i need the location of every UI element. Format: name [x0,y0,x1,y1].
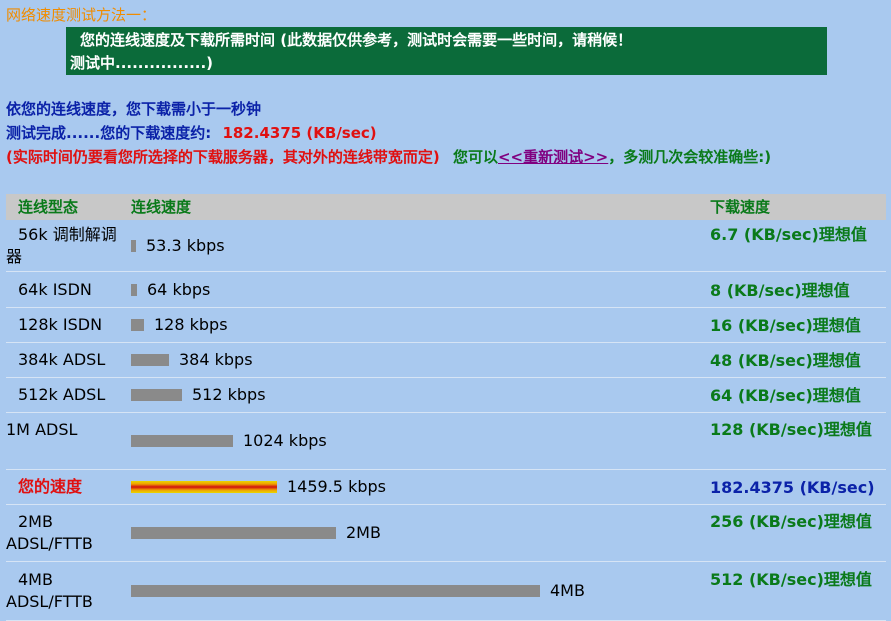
ideal-download-speed: 512 (KB/sec)理想值 [710,570,872,589]
test-complete-line: 测试完成......您的下载速度约: 182.4375 (KB/sec) [6,122,377,143]
connection-type: 4MB ADSL/FTTB [6,570,93,611]
download-speed-value: 182.4375 (KB/sec) [222,124,377,142]
test-notice-box: 您的连线速度及下载所需时间 (此数据仅供参考，测试时会需要一些时间，请稍候！ 测… [66,27,827,75]
speed-bar [131,389,182,401]
ideal-download-speed: 256 (KB/sec)理想值 [710,512,872,531]
header-connection-speed: 连线速度 [131,198,192,216]
connection-type: 128k ISDN [18,315,103,334]
speed-bar [131,354,169,366]
table-row: 1M ADSL 1024 kbps 128 (KB/sec)理想值 [6,413,886,470]
test-complete-label: 测试完成......您的下载速度约: [6,124,212,142]
ideal-download-speed: 6.7 (KB/sec)理想值 [710,225,867,244]
speed-bar [131,319,144,331]
page-title: 网络速度测试方法一： [6,6,157,24]
server-bandwidth-note: (实际时间仍要看您所选择的下载服务器，其对外的连线带宽而定) [6,148,440,166]
ideal-download-speed: 8 (KB/sec)理想值 [710,281,850,300]
connection-speed: 4MB [550,581,585,600]
connection-speed: 384 kbps [179,350,253,369]
speed-bar [131,240,136,252]
speed-bar [131,585,540,597]
connection-type: 1M ADSL [6,420,78,439]
download-time-message: 依您的连线速度，您下载需小于一秒钟 [6,100,262,118]
table-row: 128k ISDN 128 kbps 16 (KB/sec)理想值 [6,308,886,343]
speed-note: (实际时间仍要看您所选择的下载服务器，其对外的连线带宽而定) 您可以<<重新测试… [6,145,886,169]
ideal-download-speed: 128 (KB/sec)理想值 [710,420,872,439]
connection-speed: 512 kbps [192,385,266,404]
header-connection-type: 连线型态 [18,198,79,216]
header-download-speed: 下载速度 [710,198,771,216]
notice-line-1: 您的连线速度及下载所需时间 (此数据仅供参考，测试时会需要一些时间，请稍候！ [80,31,633,49]
connection-speed: 1024 kbps [243,431,327,450]
retest-prefix: 您可以 [452,148,498,166]
connection-speed: 1459.5 kbps [287,477,386,496]
connection-type: 512k ADSL [18,385,106,404]
retest-suffix: ，多测几次会较准确些:) [608,148,772,166]
connection-speed: 53.3 kbps [146,236,225,255]
connection-speed: 128 kbps [154,315,228,334]
ideal-download-speed: 64 (KB/sec)理想值 [710,386,861,405]
connection-type: 64k ISDN [18,280,92,299]
speed-bar [131,284,137,296]
table-row: 56k 调制解调器 53.3 kbps 6.7 (KB/sec)理想值 [6,221,886,272]
retest-link[interactable]: <<重新测试>> [498,148,608,166]
connection-speed: 64 kbps [147,280,211,299]
connection-speed: 2MB [346,523,381,542]
table-row: 512k ADSL 512 kbps 64 (KB/sec)理想值 [6,378,886,413]
connection-type: 2MB ADSL/FTTB [6,512,93,553]
connection-type: 56k 调制解调器 [6,225,117,266]
table-row: 2MB ADSL/FTTB 2MB 256 (KB/sec)理想值 [6,505,886,562]
table-row: 4MB ADSL/FTTB 4MB 512 (KB/sec)理想值 [6,562,886,621]
your-speed-bar [131,481,277,493]
speed-bar [131,527,336,539]
ideal-download-speed: 182.4375 (KB/sec) [710,478,875,497]
ideal-download-speed: 48 (KB/sec)理想值 [710,351,861,370]
connection-type: 384k ADSL [18,350,106,369]
connection-type: 您的速度 [18,477,83,496]
table-header: 连线型态 连线速度 下载速度 [6,194,886,220]
table-row: 您的速度 1459.5 kbps 182.4375 (KB/sec) [6,470,886,505]
speed-bar [131,435,233,447]
table-row: 384k ADSL 384 kbps 48 (KB/sec)理想值 [6,343,886,378]
ideal-download-speed: 16 (KB/sec)理想值 [710,316,861,335]
notice-line-2: 测试中................) [70,54,214,72]
table-row: 64k ISDN 64 kbps 8 (KB/sec)理想值 [6,273,886,308]
